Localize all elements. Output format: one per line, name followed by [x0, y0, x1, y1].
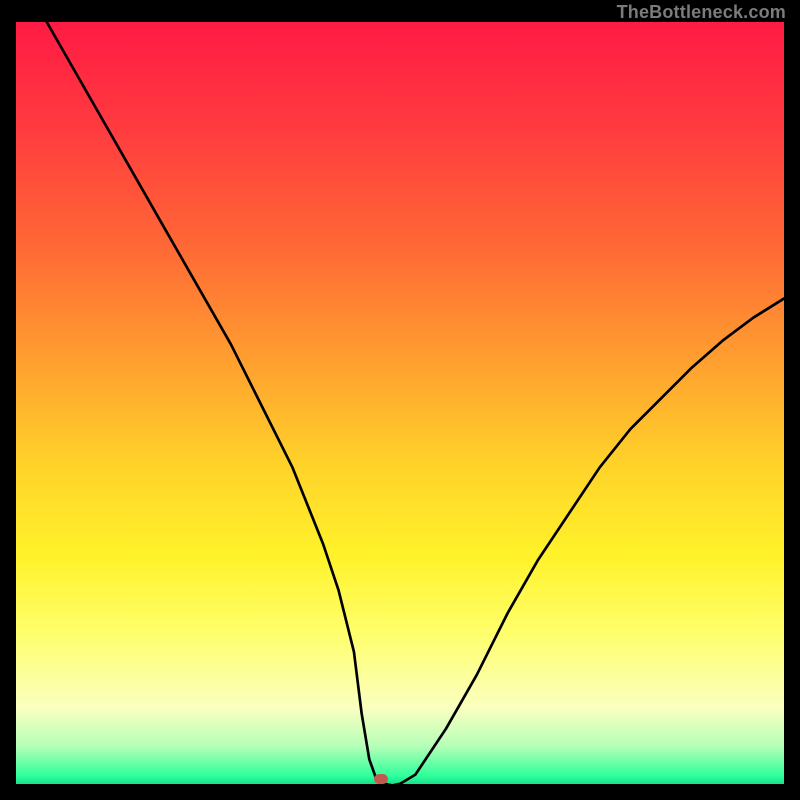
optimal-point-marker — [374, 774, 388, 784]
chart-frame: TheBottleneck.com — [0, 0, 800, 800]
watermark-text: TheBottleneck.com — [617, 2, 786, 23]
bottleneck-curve — [47, 22, 784, 785]
plot-area — [16, 22, 784, 784]
curve-layer — [16, 22, 784, 790]
